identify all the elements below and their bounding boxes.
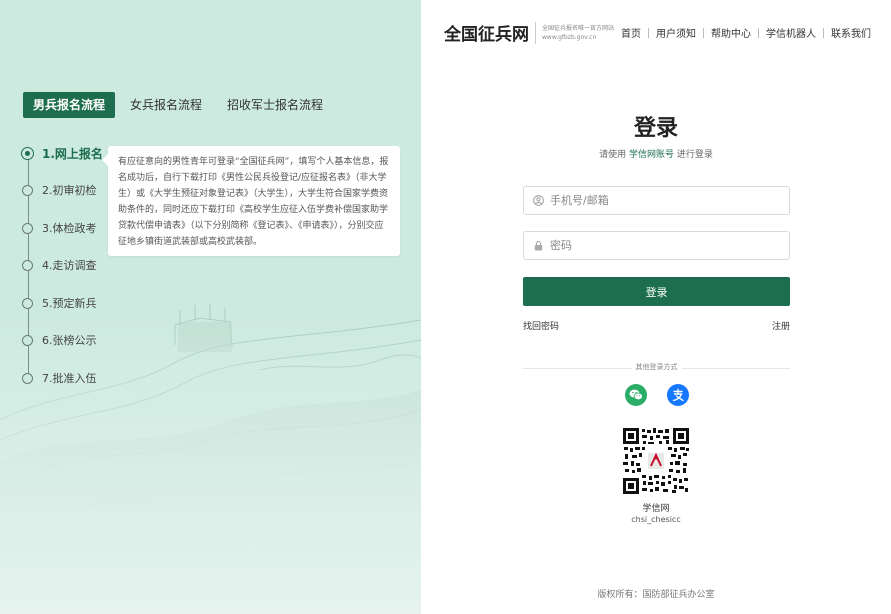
user-icon: [532, 195, 544, 207]
alipay-login-button[interactable]: [667, 384, 689, 406]
step-dot-icon: [22, 222, 33, 234]
alipay-icon: [672, 388, 684, 402]
lock-icon: [532, 240, 544, 252]
copyright-footer: 版权所有：国防部征兵办公室: [597, 590, 715, 600]
wechat-login-button[interactable]: [625, 384, 647, 406]
qr-code: [623, 428, 689, 494]
login-title: 登录: [633, 116, 678, 141]
step-dot-icon: [21, 146, 34, 160]
step-investigation[interactable]: 4.走访调查: [22, 254, 97, 276]
password-field[interactable]: [523, 231, 790, 260]
username-field[interactable]: [523, 186, 790, 215]
step-label: 7.批准入伍: [42, 372, 97, 385]
top-navigation: 首页 用户须知 帮助中心 学信机器人 联系我们: [621, 25, 871, 40]
step-label: 3.体检政考: [42, 222, 97, 235]
step-dot-icon: [22, 372, 33, 384]
qr-account: chsi_chesicc: [631, 515, 681, 524]
step-physical-exam[interactable]: 3.体检政考: [22, 217, 97, 239]
step-label: 6.张榜公示: [42, 334, 97, 347]
process-tabs: 男兵报名流程 女兵报名流程 招收军士报名流程: [23, 92, 333, 118]
site-subtitle: 全国征兵报名唯一官方网站: [542, 24, 615, 32]
chsi-account-link[interactable]: 学信网账号: [629, 150, 674, 160]
step-dot-icon: [22, 334, 33, 346]
step-description-tooltip: 有应征意向的男性青年可登录“全国征兵网”，填写个人基本信息，报名成功后，自行下载…: [102, 146, 400, 256]
nav-chsi-robot[interactable]: 学信机器人: [766, 25, 816, 40]
tab-nco-process[interactable]: 招收军士报名流程: [217, 92, 333, 118]
register-link[interactable]: 注册: [772, 319, 790, 332]
step-dot-icon: [22, 297, 33, 309]
login-panel: 全国征兵网 全国征兵报名唯一官方网站 www.gfbzb.gov.cn 首页 用…: [421, 0, 891, 614]
nav-user-notice[interactable]: 用户须知: [656, 25, 696, 40]
qr-name: 学信网: [642, 504, 670, 514]
step-label: 2.初审初检: [42, 184, 97, 197]
step-label: 4.走访调查: [42, 259, 97, 272]
step-label: 5.预定新兵: [42, 297, 97, 310]
process-panel: 男兵报名流程 女兵报名流程 招收军士报名流程 1.网上报名 2.初审初检 3.体…: [0, 0, 421, 614]
site-title: 全国征兵网: [444, 25, 529, 45]
step-enlistment[interactable]: 7.批准入伍: [22, 367, 97, 389]
step-dot-icon: [22, 184, 33, 196]
step-dot-icon: [22, 259, 33, 271]
login-button[interactable]: 登录: [523, 277, 790, 306]
other-login-divider: 其他登录方式: [523, 362, 790, 374]
tab-male-process[interactable]: 男兵报名流程: [23, 92, 116, 118]
nav-help-center[interactable]: 帮助中心: [711, 25, 751, 40]
site-url: www.gfbzb.gov.cn: [542, 33, 597, 41]
step-online-registration[interactable]: 1.网上报名: [21, 142, 103, 164]
wechat-icon: [629, 389, 643, 401]
step-label: 1.网上报名: [42, 146, 103, 161]
tab-female-process[interactable]: 女兵报名流程: [120, 92, 212, 118]
login-subtitle: 请使用 学信网账号 进行登录: [599, 150, 713, 160]
forgot-password-link[interactable]: 找回密码: [523, 319, 559, 332]
step-preliminary-check[interactable]: 2.初审初检: [22, 179, 97, 201]
site-logo[interactable]: 全国征兵网 全国征兵报名唯一官方网站 www.gfbzb.gov.cn: [444, 20, 614, 45]
step-pre-selection[interactable]: 5.预定新兵: [22, 292, 97, 314]
password-input[interactable]: [550, 239, 770, 252]
nav-home[interactable]: 首页: [621, 25, 641, 40]
other-login-label: 其他登录方式: [631, 363, 682, 371]
nav-contact-us[interactable]: 联系我们: [831, 25, 871, 40]
username-input[interactable]: [550, 194, 770, 207]
step-public-notice[interactable]: 6.张榜公示: [22, 329, 97, 351]
